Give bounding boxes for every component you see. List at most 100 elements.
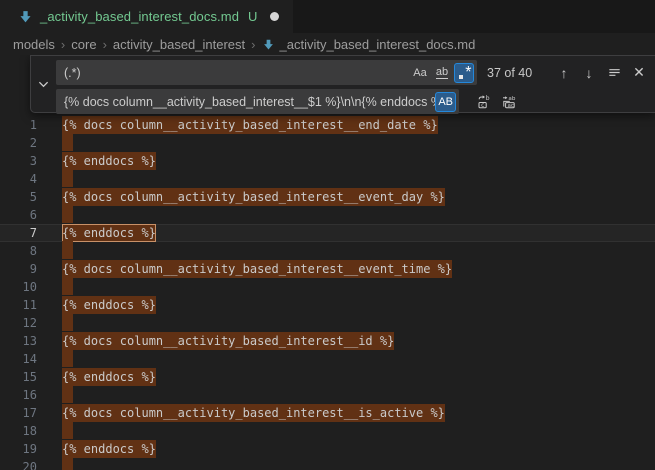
code-line[interactable]: 5 {% docs column__activity_based_interes…: [0, 188, 655, 206]
replace-all-button[interactable]: ab ac: [498, 91, 520, 113]
line-number: 19: [0, 442, 37, 456]
line-number: 8: [0, 244, 37, 258]
code-line[interactable]: 19 {% enddocs %}: [0, 440, 655, 458]
code-line[interactable]: 6: [0, 206, 655, 224]
find-match: {% docs column__activity_based_interest_…: [62, 404, 445, 422]
previous-match-button[interactable]: ↑: [553, 62, 575, 84]
breadcrumb-item-models[interactable]: models: [13, 37, 55, 52]
code-line[interactable]: 9 {% docs column__activity_based_interes…: [0, 260, 655, 278]
find-match-empty: [62, 277, 73, 295]
markdown-file-icon: [18, 9, 33, 24]
close-icon: ✕: [633, 64, 645, 81]
code-line[interactable]: 20: [0, 458, 655, 470]
line-number: 15: [0, 370, 37, 384]
find-match-empty: [62, 241, 73, 259]
selection-icon: [607, 65, 622, 80]
find-input[interactable]: (.*) Aa ab: [56, 60, 477, 85]
code-line[interactable]: 13 {% docs column__activity_based_intere…: [0, 332, 655, 350]
find-in-selection-button[interactable]: [603, 62, 625, 84]
line-number: 6: [0, 208, 37, 222]
code-line[interactable]: 1 {% docs column__activity_based_interes…: [0, 116, 655, 134]
find-match-empty: [62, 169, 73, 187]
breadcrumb-item-core[interactable]: core: [71, 37, 96, 52]
match-case-button[interactable]: Aa: [410, 63, 430, 83]
find-match: {% enddocs %}: [62, 440, 156, 458]
replace-icon: b c: [476, 94, 492, 110]
replace-input[interactable]: {% docs column__activity_based_interest_…: [56, 89, 459, 114]
whole-word-button[interactable]: ab: [432, 63, 452, 83]
code-line[interactable]: 18: [0, 422, 655, 440]
next-match-button[interactable]: ↓: [578, 62, 600, 84]
find-match: {% docs column__activity_based_interest_…: [62, 116, 438, 134]
line-number: 13: [0, 334, 37, 348]
find-match: {% enddocs %}: [62, 152, 156, 170]
arrow-down-icon: ↓: [586, 65, 593, 81]
code-line[interactable]: 16: [0, 386, 655, 404]
code-line[interactable]: 4: [0, 170, 655, 188]
line-number: 3: [0, 154, 37, 168]
find-match-empty: [62, 457, 73, 470]
line-number: 7: [0, 226, 37, 240]
line-number: 17: [0, 406, 37, 420]
code-line[interactable]: 8: [0, 242, 655, 260]
line-number: 4: [0, 172, 37, 186]
current-find-match: {% enddocs %}: [62, 224, 156, 242]
code-line[interactable]: 2: [0, 134, 655, 152]
chevron-right-icon: ›: [61, 37, 65, 52]
toggle-replace-button[interactable]: [31, 56, 56, 112]
line-number: 14: [0, 352, 37, 366]
editor-pane[interactable]: (.*) Aa ab 3 7: [0, 55, 655, 470]
line-number: 2: [0, 136, 37, 150]
find-match-empty: [62, 385, 73, 403]
replace-button[interactable]: b c: [473, 91, 495, 113]
close-find-widget-button[interactable]: ✕: [628, 62, 650, 84]
tab-activity-based-interest-docs[interactable]: _activity_based_interest_docs.md U: [0, 0, 293, 33]
find-match: {% docs column__activity_based_interest_…: [62, 332, 394, 350]
breadcrumb-file-label: _activity_based_interest_docs.md: [280, 37, 476, 52]
preserve-case-icon: AB: [438, 96, 453, 108]
find-match: {% enddocs %}: [62, 296, 156, 314]
svg-text:c: c: [481, 101, 484, 108]
regex-icon: [458, 66, 471, 80]
vscode-window: _activity_based_interest_docs.md U model…: [0, 0, 655, 470]
chevron-right-icon: ›: [103, 37, 107, 52]
replace-value: {% docs column__activity_based_interest_…: [64, 95, 435, 109]
preserve-case-button[interactable]: AB: [435, 92, 456, 112]
breadcrumb: models › core › activity_based_interest …: [0, 33, 655, 55]
find-widget: (.*) Aa ab 37: [30, 55, 655, 113]
code-area[interactable]: 1 {% docs column__activity_based_interes…: [0, 55, 655, 470]
code-line[interactable]: 17 {% docs column__activity_based_intere…: [0, 404, 655, 422]
git-status-badge: U: [248, 9, 257, 24]
line-number: 10: [0, 280, 37, 294]
line-number: 1: [0, 118, 37, 132]
code-line-current[interactable]: 7 {% enddocs %}: [0, 224, 655, 242]
code-line[interactable]: 15 {% enddocs %}: [0, 368, 655, 386]
find-row: (.*) Aa ab 37: [56, 60, 650, 85]
find-match-empty: [62, 421, 73, 439]
tab-label: _activity_based_interest_docs.md: [40, 9, 239, 24]
chevron-right-icon: ›: [251, 37, 255, 52]
svg-text:ac: ac: [508, 102, 515, 108]
match-count: 37 of 40: [487, 66, 539, 80]
find-query: (.*): [64, 66, 410, 80]
replace-row: {% docs column__activity_based_interest_…: [56, 89, 650, 114]
svg-text:b: b: [486, 95, 490, 102]
code-line[interactable]: 10: [0, 278, 655, 296]
whole-word-icon: ab: [436, 67, 448, 79]
code-line[interactable]: 3 {% enddocs %}: [0, 152, 655, 170]
line-number: 12: [0, 316, 37, 330]
code-line[interactable]: 11 {% enddocs %}: [0, 296, 655, 314]
regex-button[interactable]: [454, 63, 474, 83]
line-number: 18: [0, 424, 37, 438]
find-match-empty: [62, 349, 73, 367]
arrow-up-icon: ↑: [561, 65, 568, 81]
modified-dot-icon[interactable]: [270, 12, 279, 21]
replace-all-icon: ab ac: [501, 94, 517, 110]
line-number: 16: [0, 388, 37, 402]
breadcrumb-item-file[interactable]: _activity_based_interest_docs.md: [262, 37, 476, 52]
code-line[interactable]: 12: [0, 314, 655, 332]
line-number: 5: [0, 190, 37, 204]
code-line[interactable]: 14: [0, 350, 655, 368]
breadcrumb-item-activity-based-interest[interactable]: activity_based_interest: [113, 37, 245, 52]
line-number: 11: [0, 298, 37, 312]
